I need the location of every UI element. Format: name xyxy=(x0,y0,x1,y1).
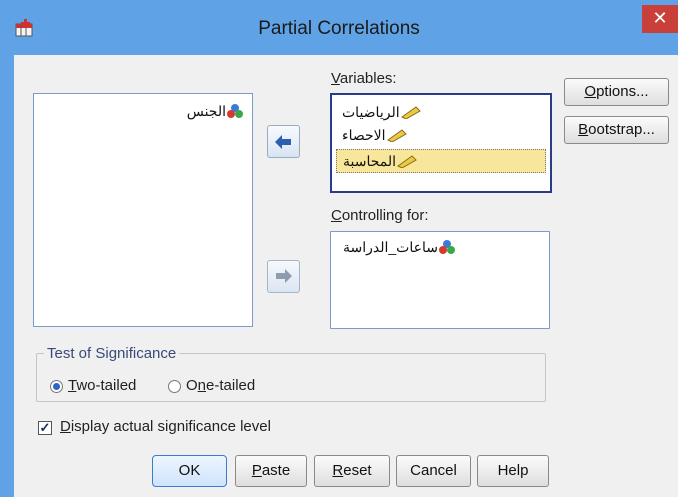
list-item[interactable]: الرياضيات xyxy=(336,101,422,123)
source-variable-list[interactable]: الجنس xyxy=(33,93,253,327)
scale-measure-icon xyxy=(400,106,421,119)
paste-button[interactable]: Paste xyxy=(235,455,307,487)
variable-label: الجنس xyxy=(186,102,226,119)
cancel-button[interactable]: Cancel xyxy=(396,455,471,487)
two-tailed-radio[interactable] xyxy=(50,380,63,393)
list-item[interactable]: الجنس xyxy=(181,100,244,122)
window-title: Partial Correlations xyxy=(258,18,420,39)
arrow-right-icon xyxy=(276,269,292,283)
one-tailed-label[interactable]: One-tailed xyxy=(186,377,255,394)
list-item[interactable]: ساعات_الدراسة xyxy=(337,236,456,258)
significance-legend: Test of Significance xyxy=(44,345,180,362)
variables-label: Variables: xyxy=(331,70,397,87)
variable-label: المحاسبة xyxy=(343,152,397,169)
controlling-for-label: Controlling for: xyxy=(331,207,429,224)
nominal-measure-icon xyxy=(438,240,455,254)
scale-measure-icon xyxy=(397,155,417,168)
title-bar[interactable]: Partial Correlations ✕ xyxy=(0,0,678,54)
reset-button[interactable]: Reset xyxy=(314,455,390,487)
ok-button[interactable]: OK xyxy=(152,455,227,487)
help-button[interactable]: Help xyxy=(477,455,549,487)
controlling-for-list[interactable]: ساعات_الدراسة xyxy=(330,231,550,329)
display-significance-checkbox[interactable]: ✓ xyxy=(38,421,52,435)
one-tailed-radio[interactable] xyxy=(168,380,181,393)
two-tailed-label[interactable]: Two-tailed xyxy=(68,377,136,394)
list-item[interactable]: المحاسبة xyxy=(336,149,546,173)
variable-label: الرياضيات xyxy=(342,103,400,120)
display-significance-label[interactable]: Display actual significance level xyxy=(60,418,271,435)
close-button[interactable]: ✕ xyxy=(642,5,678,33)
variables-list[interactable]: الرياضيات الاحصاء المحاسبة xyxy=(330,93,552,193)
bootstrap-button[interactable]: Bootstrap... xyxy=(564,116,669,144)
arrow-left-icon xyxy=(275,135,291,149)
move-to-controlling-button[interactable] xyxy=(267,260,300,293)
close-icon: ✕ xyxy=(652,8,668,28)
variable-label: ساعات_الدراسة xyxy=(343,238,438,255)
list-item[interactable]: الاحصاء xyxy=(336,124,408,146)
scale-measure-icon xyxy=(386,129,407,142)
dialog-window: Partial Correlations ✕ الجنس Variables: … xyxy=(0,0,678,497)
move-to-variables-button[interactable] xyxy=(267,125,300,158)
nominal-measure-icon xyxy=(227,104,243,118)
variable-label: الاحصاء xyxy=(342,126,386,143)
options-button[interactable]: Options... xyxy=(564,78,669,106)
